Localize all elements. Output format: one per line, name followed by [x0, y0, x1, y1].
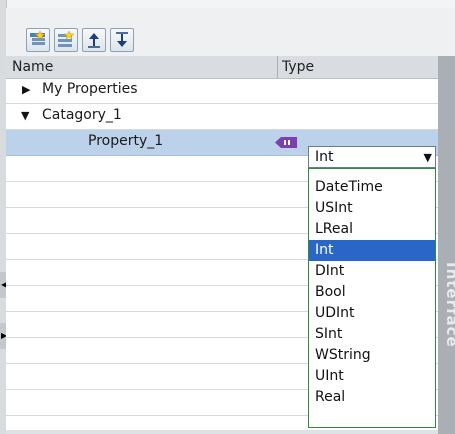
add-category-button[interactable] [26, 28, 50, 52]
column-header-name[interactable]: Name [12, 59, 53, 75]
interface-tag-icon [275, 137, 297, 148]
type-option[interactable]: Bool [309, 282, 435, 303]
chevron-down-icon[interactable]: ▼ [424, 151, 432, 164]
type-dropdown-list[interactable]: DateTime USInt LReal Int DInt Bool UDInt… [308, 168, 436, 428]
type-option[interactable]: UInt [309, 366, 435, 387]
tree-row-category[interactable]: ▼ Catagory_1 [6, 104, 438, 130]
type-select[interactable]: Int ▼ [308, 146, 436, 168]
move-down-icon [116, 32, 128, 47]
toolbar [6, 8, 455, 56]
tree-row-label: Catagory_1 [42, 107, 122, 123]
type-option[interactable]: DateTime [309, 177, 435, 198]
type-option[interactable]: LReal [309, 219, 435, 240]
table-header: Name Type [6, 56, 438, 79]
column-divider[interactable] [277, 56, 278, 78]
collapse-arrow-icon[interactable]: ▼ [21, 109, 29, 122]
expand-arrow-icon[interactable]: ▶ [22, 83, 30, 96]
add-property-icon [58, 31, 75, 47]
type-option[interactable]: WString [309, 345, 435, 366]
type-option[interactable]: Real [309, 387, 435, 408]
add-category-icon [30, 31, 46, 45]
move-down-button[interactable] [110, 28, 134, 52]
move-up-icon [88, 33, 100, 48]
column-header-type[interactable]: Type [282, 59, 314, 75]
side-panel-label[interactable]: Interface [443, 262, 455, 348]
side-panel-tab[interactable] [438, 56, 455, 434]
tree-row-label: My Properties [42, 81, 138, 97]
type-option[interactable]: USInt [309, 198, 435, 219]
tree-row-label: Property_1 [88, 133, 164, 149]
type-option-highlighted[interactable]: Int [309, 240, 435, 261]
add-property-button[interactable] [54, 28, 78, 52]
move-up-button[interactable] [82, 28, 106, 52]
bottom-strip [6, 430, 438, 434]
tree-row-my-properties[interactable]: ▶ My Properties [6, 78, 438, 104]
type-select-value: Int [315, 149, 334, 165]
type-option[interactable]: UDInt [309, 303, 435, 324]
type-option[interactable]: SInt [309, 324, 435, 345]
type-option[interactable]: DInt [309, 261, 435, 282]
